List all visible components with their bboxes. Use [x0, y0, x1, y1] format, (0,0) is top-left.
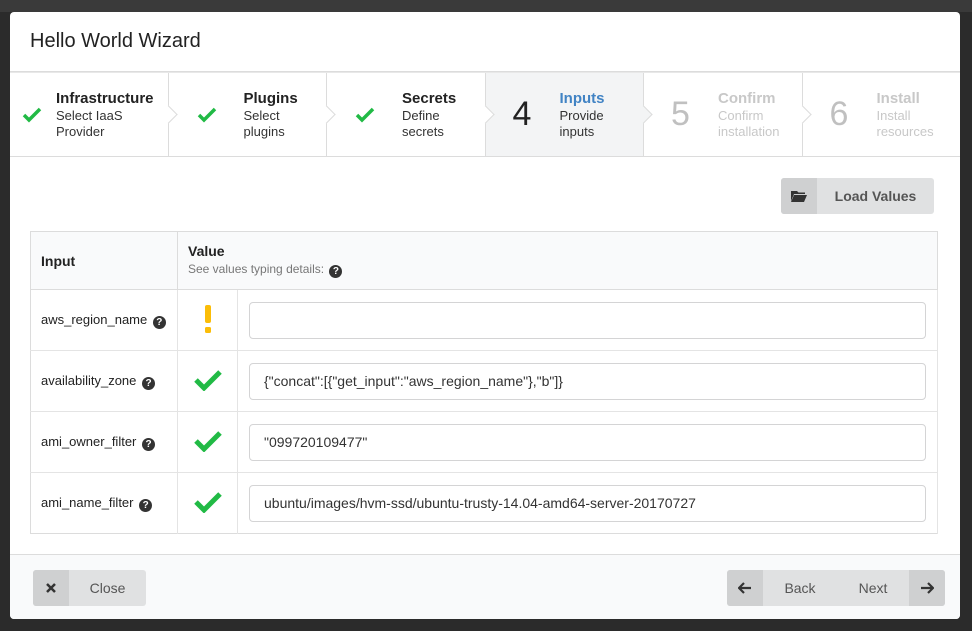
step-number: 6 [829, 95, 849, 133]
step-desc: plugins [243, 123, 285, 139]
help-icon[interactable]: ? [142, 437, 155, 451]
close-button[interactable]: Close [33, 570, 146, 606]
step-desc: inputs [559, 123, 595, 139]
warning-icon [177, 289, 238, 351]
arrow-right-icon [909, 570, 945, 606]
load-values-label: Load Values [834, 188, 917, 204]
checkmark-icon [177, 472, 238, 534]
column-header-value: Value See values typing details: ? [177, 231, 938, 290]
value-input-ami-owner-filter[interactable]: "099720109477" [249, 423, 926, 461]
close-icon [33, 570, 69, 606]
step-confirm: 5 Confirm Confirm installation [644, 73, 812, 156]
checkmark-icon [177, 350, 238, 412]
table-row: aws_region_name ? [30, 289, 938, 351]
step-title: Install [876, 89, 920, 107]
help-icon[interactable]: ? [152, 315, 166, 329]
checkmark-icon [22, 107, 56, 123]
background [0, 0, 972, 12]
column-header-input: Input [30, 231, 178, 290]
step-title: Infrastructure [56, 89, 154, 107]
step-install: 6 Install Install resources [802, 73, 960, 156]
input-name: availability_zone [41, 372, 137, 388]
step-infrastructure[interactable]: Infrastructure Select IaaS Provider [10, 73, 178, 156]
back-button[interactable]: Back [727, 570, 837, 606]
modal-header: Hello World Wizard [10, 12, 960, 72]
modal-title: Hello World Wizard [30, 30, 201, 52]
value-input-availability-zone[interactable]: {"concat":[{"get_input":"aws_region_name… [249, 362, 926, 400]
input-name: ami_owner_filter [41, 433, 137, 449]
next-button[interactable]: Next [837, 570, 945, 606]
step-title: Secrets [402, 89, 457, 107]
checkmark-icon [181, 107, 244, 123]
step-desc: Confirm [718, 107, 764, 123]
step-number: 4 [512, 95, 532, 133]
step-desc: Define [402, 107, 440, 123]
load-values-button[interactable]: Load Values [781, 178, 934, 214]
step-desc: secrets [402, 123, 444, 139]
wizard-steps: Infrastructure Select IaaS Provider Plug… [10, 72, 960, 157]
modal-footer: Close Back Next [10, 554, 960, 619]
back-label: Back [784, 580, 816, 596]
step-desc: Select IaaS [56, 107, 123, 123]
step-title: Inputs [559, 89, 605, 107]
modal-body: Load Values Input Value See values typin… [10, 157, 960, 555]
help-icon[interactable]: ? [139, 498, 153, 512]
step-desc: Provider [56, 123, 105, 139]
close-label: Close [89, 580, 126, 596]
folder-open-icon [781, 178, 817, 214]
step-desc: Install [876, 107, 911, 123]
table-row: availability_zone ? {"concat":[{"get_inp… [30, 350, 938, 412]
step-number: 5 [671, 95, 690, 133]
table-row: ami_owner_filter ? "099720109477" [30, 411, 938, 473]
checkmark-icon [177, 411, 238, 473]
checkmark-icon [339, 107, 402, 123]
step-desc: Select [243, 107, 280, 123]
step-desc: Provide [559, 107, 604, 123]
input-name: ami_name_filter [41, 494, 134, 510]
step-inputs[interactable]: 4 Inputs Provide inputs [485, 73, 653, 156]
help-icon[interactable]: ? [329, 265, 343, 278]
inputs-table: Input Value See values typing details: ?… [30, 231, 938, 534]
value-input-ami-name-filter[interactable]: ubuntu/images/hvm-ssd/ubuntu-trusty-14.0… [249, 484, 926, 522]
value-typing-hint: See values typing details: [188, 262, 325, 276]
next-label: Next [858, 580, 888, 596]
arrow-left-icon [727, 570, 763, 606]
step-desc: installation [718, 123, 780, 139]
table-row: ami_name_filter ? ubuntu/images/hvm-ssd/… [30, 472, 938, 534]
input-name: aws_region_name [41, 311, 148, 327]
step-title: Plugins [243, 89, 298, 107]
table-header-row: Input Value See values typing details: ? [30, 231, 938, 290]
step-plugins[interactable]: Plugins Select plugins [168, 73, 336, 156]
wizard-modal: Hello World Wizard Infrastructure Select… [10, 12, 960, 619]
step-desc: resources [876, 123, 934, 139]
help-icon[interactable]: ? [142, 376, 156, 390]
value-input-aws-region-name[interactable] [249, 301, 926, 339]
step-secrets[interactable]: Secrets Define secrets [327, 73, 495, 156]
step-title: Confirm [718, 89, 776, 107]
